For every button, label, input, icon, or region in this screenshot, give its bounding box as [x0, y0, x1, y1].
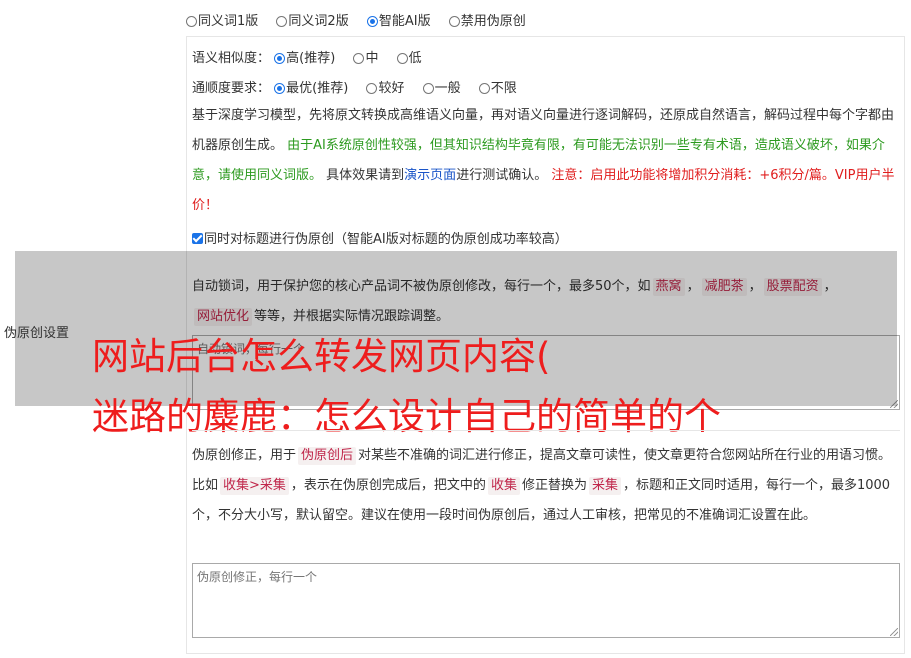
similarity-row: 语义相似度： 高(推荐) 中 低: [192, 47, 436, 66]
mode-option-synonym1[interactable]: 同义词1版: [186, 10, 258, 29]
keyword-example: 采集: [588, 477, 621, 495]
correction-description: 伪原创修正，用于 伪原创后 对某些不准确的词汇进行修正，提高文章可读性，使文章更符合…: [192, 447, 892, 523]
fluency-label: 通顺度要求：: [192, 81, 271, 96]
radio-icon[interactable]: [448, 16, 460, 27]
radio-icon[interactable]: [478, 83, 490, 94]
fluency-option-any[interactable]: 不限: [478, 77, 517, 96]
keyword-example: 收集: [487, 477, 520, 495]
title-checkbox-label: 同时对标题进行伪原创（智能AI版对标题的伪原创成功率较高）: [204, 232, 568, 247]
ai-description: 基于深度学习模型，先将原文转换成高维语义向量，再对语义向量进行逐词解码，还原成自…: [192, 108, 895, 213]
fluency-row: 通顺度要求： 最优(推荐) 较好 一般 不限: [192, 77, 531, 96]
keyword-example: 收集>采集: [220, 477, 289, 495]
radio-icon[interactable]: [366, 83, 378, 94]
similarity-option-high[interactable]: 高(推荐): [274, 47, 335, 66]
title-checkbox-row[interactable]: 同时对标题进行伪原创（智能AI版对标题的伪原创成功率较高）: [192, 228, 568, 247]
radio-selected-icon[interactable]: [274, 53, 286, 64]
radio-icon[interactable]: [396, 53, 408, 64]
fluency-option-normal[interactable]: 一般: [422, 77, 461, 96]
mode-option-synonym2[interactable]: 同义词2版: [276, 10, 349, 29]
overlay-band: [15, 251, 897, 406]
radio-icon[interactable]: [276, 16, 288, 27]
headline-line1: 网站后台怎么转发网页内容(: [92, 335, 551, 378]
similarity-option-medium[interactable]: 中: [353, 47, 378, 66]
radio-icon[interactable]: [353, 53, 365, 64]
resize-handle-icon[interactable]: [890, 628, 898, 636]
headline-line2: 迷路的麋鹿：怎么设计自己的简单的个: [92, 395, 721, 438]
fluency-option-good[interactable]: 较好: [366, 77, 404, 96]
mode-option-ai[interactable]: 智能AI版: [366, 10, 431, 29]
divider: [192, 430, 900, 431]
keyword-example: 伪原创后: [298, 447, 357, 465]
fluency-option-best[interactable]: 最优(推荐): [274, 77, 348, 96]
mode-option-disable[interactable]: 禁用伪原创: [448, 10, 526, 29]
similarity-option-low[interactable]: 低: [396, 47, 422, 66]
correction-field-wrap: [192, 563, 900, 638]
radio-selected-icon[interactable]: [274, 83, 286, 94]
demo-page-link[interactable]: 演示页面: [404, 168, 456, 183]
radio-selected-icon[interactable]: [366, 16, 378, 27]
radio-icon[interactable]: [186, 16, 197, 27]
similarity-label: 语义相似度：: [192, 51, 271, 66]
correction-textarea[interactable]: [192, 563, 900, 638]
section-label: 伪原创设置: [4, 326, 70, 341]
checkbox-checked-icon[interactable]: [192, 233, 203, 244]
mode-radio-group: 同义词1版 同义词2版 智能AI版 禁用伪原创: [186, 10, 540, 29]
radio-icon[interactable]: [422, 83, 434, 94]
